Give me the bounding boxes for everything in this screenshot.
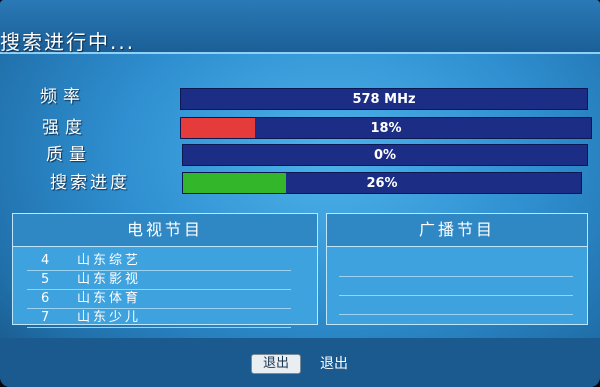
search-progress-label: 搜索进度 <box>50 173 130 193</box>
tv-program-item[interactable]: 5 山东影视 <box>27 271 291 290</box>
tv-programs-header: 电视节目 <box>13 214 317 247</box>
strength-label: 强度 <box>42 118 88 138</box>
exit-button[interactable]: 退出 <box>251 354 301 374</box>
quality-label: 质量 <box>46 145 92 165</box>
tv-screen: 搜索进行中... 频率 578 MHz 强度 18% 质量 0% 搜索进度 26… <box>0 0 600 387</box>
frequency-label: 频率 <box>40 87 86 107</box>
search-progress-bar: 26% <box>182 172 582 194</box>
tv-program-item[interactable]: 4 山东综艺 <box>27 252 291 271</box>
radio-programs-header: 广播节目 <box>327 214 587 247</box>
radio-empty-row <box>339 258 573 277</box>
frequency-value: 578 MHz <box>352 92 416 107</box>
program-number: 7 <box>41 310 50 325</box>
program-number: 5 <box>41 272 50 287</box>
title-bar: 搜索进行中... <box>0 0 600 54</box>
strength-value: 18% <box>370 121 402 136</box>
search-progress-value: 26% <box>366 176 398 191</box>
page-title: 搜索进行中... <box>0 30 136 54</box>
program-name: 山东综艺 <box>77 253 142 268</box>
tv-programs-panel: 电视节目 4 山东综艺 5 山东影视 6 山东体育 7 山东少儿 <box>12 213 318 328</box>
program-name: 山东体育 <box>77 291 142 306</box>
strength-bar: 18% <box>180 117 592 139</box>
radio-empty-row <box>339 277 573 296</box>
quality-bar: 0% <box>182 144 588 166</box>
program-name: 山东少儿 <box>77 310 142 325</box>
quality-value: 0% <box>373 148 397 163</box>
radio-empty-row <box>339 296 573 315</box>
radio-programs-panel: 广播节目 <box>326 213 588 325</box>
tv-program-item[interactable]: 6 山东体育 <box>27 290 291 309</box>
program-number: 4 <box>41 253 50 268</box>
exit-label: 退出 <box>320 356 348 372</box>
program-name: 山东影视 <box>77 272 142 287</box>
tv-program-item[interactable]: 7 山东少儿 <box>27 309 291 328</box>
program-number: 6 <box>41 291 50 306</box>
frequency-bar: 578 MHz <box>180 88 588 110</box>
